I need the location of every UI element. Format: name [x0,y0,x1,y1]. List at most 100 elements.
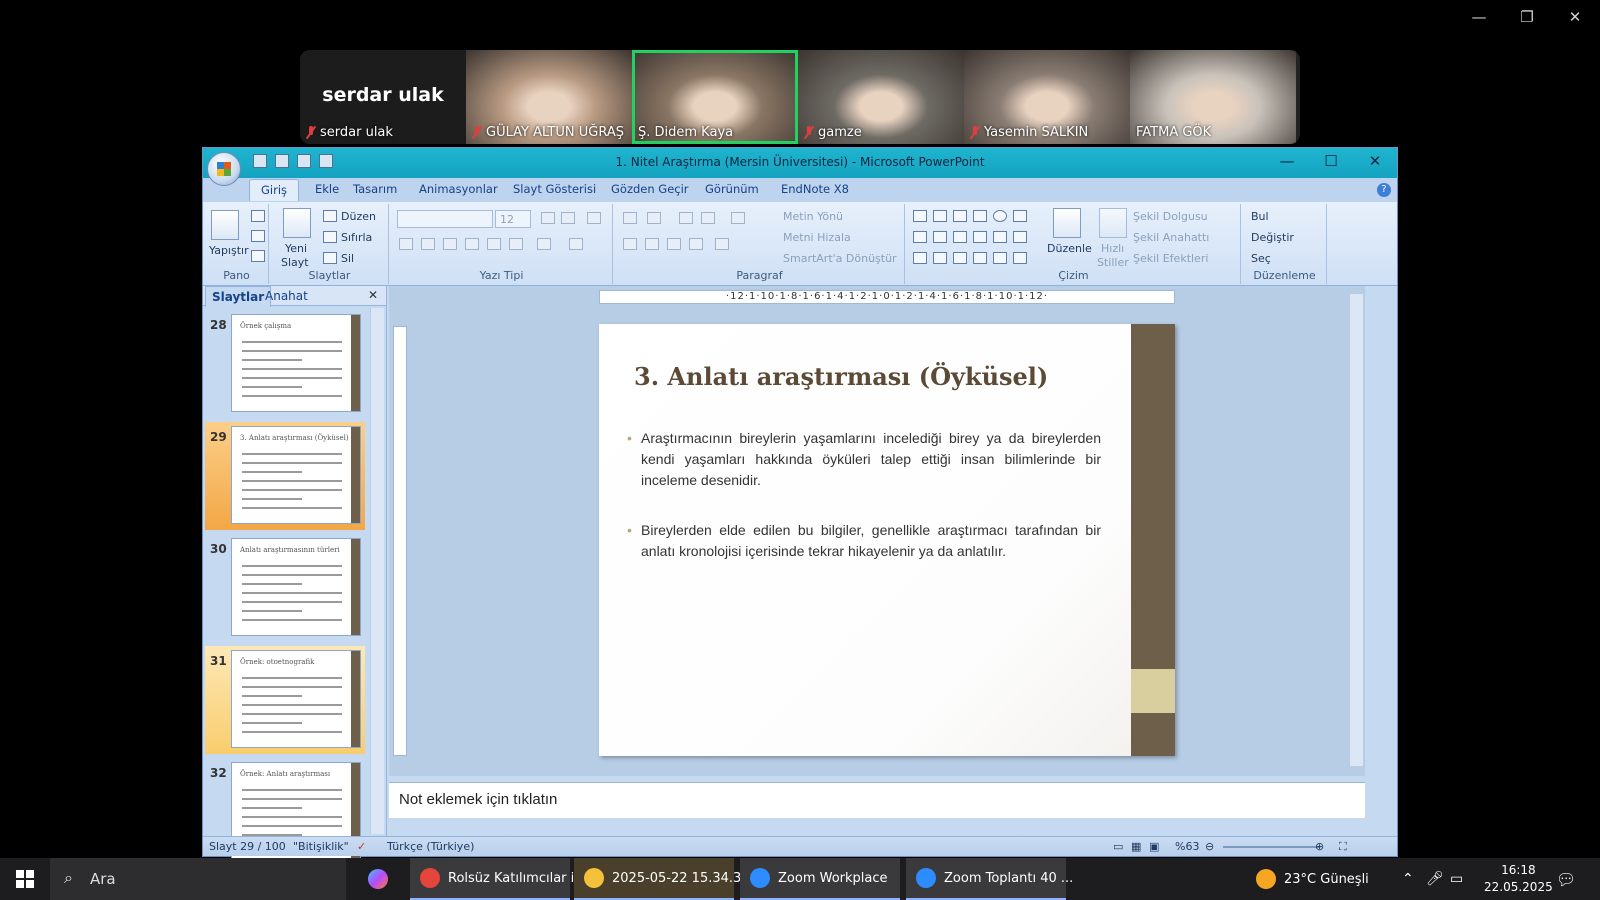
participant-tile[interactable]: Ş. Didem Kaya [632,50,798,144]
view-sorter-icon[interactable]: ▦ [1131,840,1141,853]
zoom-slider[interactable] [1223,846,1319,848]
help-icon[interactable]: ? [1377,183,1391,197]
participant-tile[interactable]: Yasemin SALKIN [964,50,1130,144]
office-button[interactable] [207,152,241,186]
paste-icon[interactable] [211,210,239,240]
quick-styles-icon[interactable] [1099,208,1127,238]
zoom-in-icon[interactable]: ⊕ [1315,840,1324,853]
windows-start-icon[interactable] [16,870,34,888]
down-arrow-shape-icon[interactable] [993,231,1007,243]
increase-indent-icon[interactable] [701,212,715,224]
line-spacing-icon[interactable] [731,212,745,224]
replace-button[interactable]: Değiştir [1251,231,1294,244]
spellcheck-icon[interactable]: ✓ [357,840,366,853]
font-size-combo[interactable]: 12 [495,210,531,228]
shadow-icon[interactable] [487,238,501,250]
oval-shape-icon[interactable] [993,210,1007,222]
battery-icon[interactable]: ▭ [1450,858,1463,900]
elbow-shape-icon[interactable] [953,231,967,243]
brace-right-shape-icon[interactable] [993,252,1007,264]
align-right-icon[interactable] [667,238,681,250]
new-slide-icon[interactable] [283,208,311,238]
arc-shape-icon[interactable] [933,252,947,264]
taskbar-app-button[interactable]: 2025-05-22 15.34.3... [574,858,754,900]
tray-chevron-icon[interactable]: ⌃ [1402,858,1414,900]
select-button[interactable]: Seç [1251,252,1271,265]
curve-shape-icon[interactable] [953,252,967,264]
notification-icon[interactable]: 💬︎ [1556,858,1576,900]
slide-title[interactable]: 3. Anlatı araştırması (Öyküsel) [634,362,1048,391]
numbering-icon[interactable] [647,212,661,224]
brace-left-shape-icon[interactable] [973,252,987,264]
bullets-icon[interactable] [623,212,637,224]
taskbar-app-button[interactable]: Rolsüz Katılımcılar i... [410,858,587,900]
taskbar-app-button[interactable]: Zoom Toplantı 40 ... [906,858,1073,900]
zoom-close-button[interactable]: ✕ [1560,8,1590,26]
line-shape-icon[interactable] [933,210,947,222]
triangle-shape-icon[interactable] [913,231,927,243]
slide-thumbnail[interactable]: 30 Anlatı araştırmasının türleri [205,534,365,642]
format-painter-icon[interactable] [251,250,265,262]
rectangle-shape-icon[interactable] [973,210,987,222]
strikethrough-icon[interactable] [465,238,479,250]
zoom-out-icon[interactable]: ⊖ [1205,840,1214,853]
cut-icon[interactable] [251,210,265,222]
taskbar-app-button[interactable]: Zoom Workplace [740,858,900,900]
find-button[interactable]: Bul [1251,210,1269,223]
arrow-shape-icon[interactable] [953,210,967,222]
clock[interactable]: 16:18 22.05.2025 [1484,858,1553,900]
star-shape-icon[interactable] [1013,252,1027,264]
view-normal-icon[interactable]: ▭ [1113,840,1123,853]
zoom-level[interactable]: %63 [1175,840,1199,853]
participant-tile[interactable]: FATMA GÖK [1130,50,1296,144]
char-spacing-icon[interactable] [509,238,523,250]
tab-slaytlar[interactable]: Slaytlar [205,286,272,307]
shape-fill-button[interactable]: Şekil Dolgusu [1133,210,1208,223]
freeform-shape-icon[interactable] [1013,231,1027,243]
arrange-button[interactable]: Düzenle [1047,242,1092,255]
zoom-minimize-button[interactable]: — [1464,8,1494,26]
lightning-shape-icon[interactable] [913,252,927,264]
participant-tile[interactable]: GÜLAY ALTUN UĞRAŞ [466,50,632,144]
ribbon-tab[interactable]: Görünüm [705,182,759,196]
weather-widget[interactable]: 23°C Güneşli [1256,858,1369,900]
new-slide-label-2[interactable]: Slayt [281,256,309,269]
microphone-icon[interactable]: 🎤︎ [1426,858,1444,900]
arrange-icon[interactable] [1053,208,1081,238]
ribbon-tab[interactable]: Tasarım [353,182,397,196]
align-center-icon[interactable] [645,238,659,250]
ribbon-tab[interactable]: Animasyonlar [419,182,498,196]
pane-close-icon[interactable]: ✕ [368,288,378,302]
font-name-combo[interactable] [397,210,493,228]
current-slide[interactable]: 3. Anlatı araştırması (Öyküsel) Araştırm… [599,324,1175,756]
ribbon-tab[interactable]: Giriş [249,179,300,201]
ribbon-tab[interactable]: Gözden Geçir [611,182,689,196]
ribbon-tab[interactable]: Ekle [315,182,339,196]
change-case-icon[interactable] [537,238,551,250]
slides-pane-scrollbar[interactable] [370,308,384,834]
font-color-icon[interactable] [569,238,583,250]
shape-effects-button[interactable]: Şekil Efektleri [1133,252,1208,265]
edit-area-scrollbar[interactable] [1349,294,1363,766]
taskbar-search[interactable]: ⌕ Ara [50,858,346,900]
columns-icon[interactable] [715,238,729,250]
bold-icon[interactable] [399,238,413,250]
copilot-icon[interactable] [360,858,396,900]
delete-button[interactable]: Sil [341,252,354,265]
ribbon-tab[interactable]: EndNote X8 [781,182,849,196]
paste-button[interactable]: Yapıştır [209,244,249,257]
view-slideshow-icon[interactable]: ▣ [1149,840,1159,853]
clear-format-icon[interactable] [587,212,601,224]
notes-pane[interactable]: Not eklemek için tıklatın [389,782,1365,818]
slide-thumbnail[interactable]: 28 Örnek çalışma [205,310,365,418]
grow-font-icon[interactable] [541,212,555,224]
right-arrow-shape-icon[interactable] [973,231,987,243]
slide-bullet-1[interactable]: Araştırmacının bireylerin yaşamlarını in… [627,428,1101,491]
align-text-button[interactable]: Metni Hizala [783,231,851,244]
align-left-icon[interactable] [623,238,637,250]
shape-outline-button[interactable]: Şekil Anahattı [1133,231,1209,244]
new-slide-label[interactable]: Yeni [285,242,307,255]
tab-anahat[interactable]: Anahat [265,289,308,303]
smartart-button[interactable]: SmartArt'a Dönüştür [783,252,897,265]
shrink-font-icon[interactable] [561,212,575,224]
